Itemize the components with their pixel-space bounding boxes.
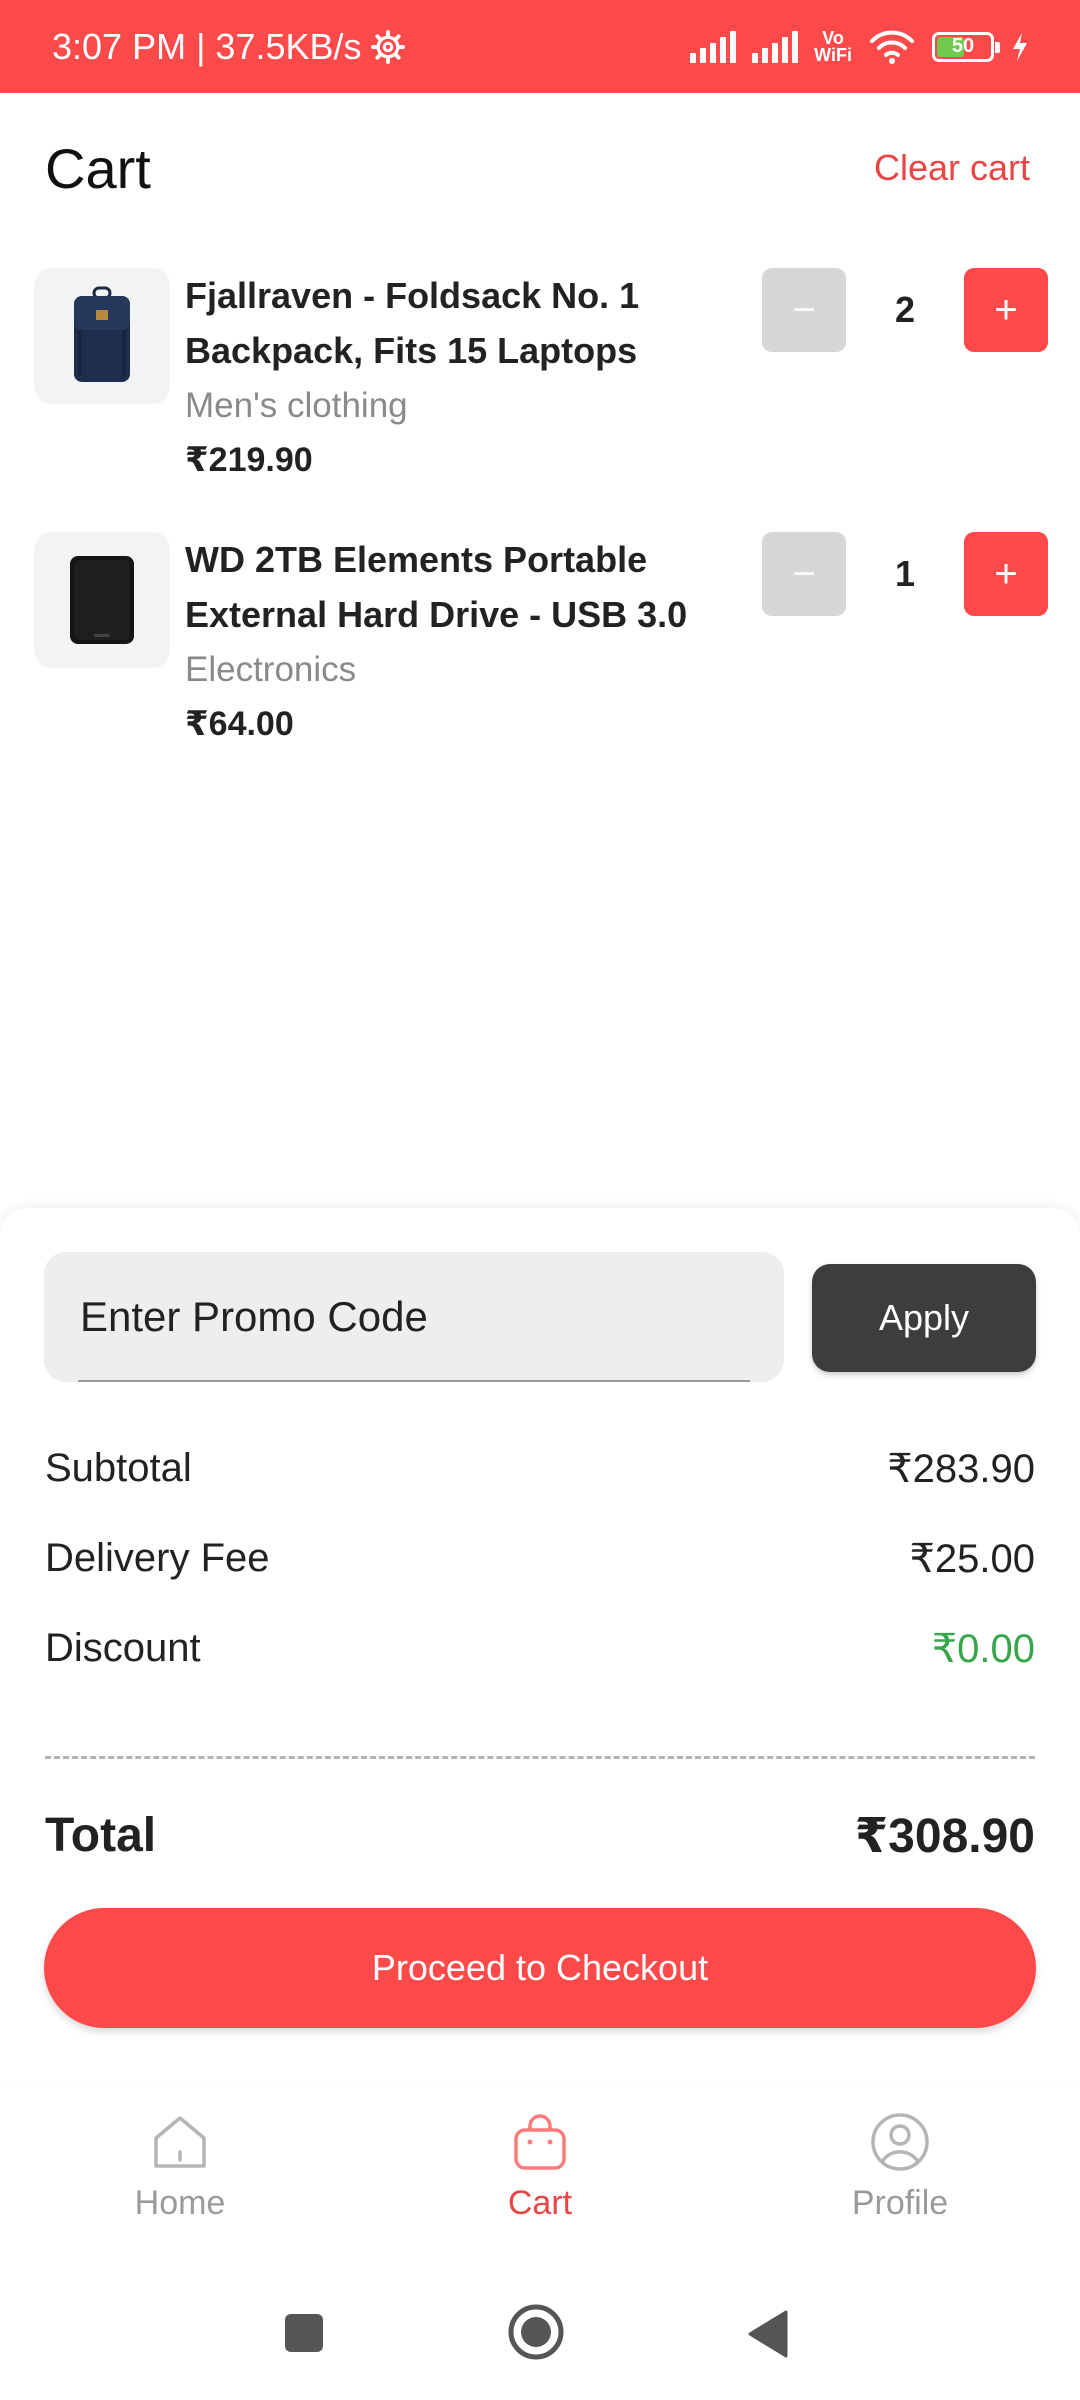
vowifi-top: Vo [822,27,844,48]
nav-item-cart[interactable]: Cart [420,2110,660,2260]
battery-level: 50 [951,35,975,57]
status-left: 3:07 PM | 37.5KB/s [52,26,406,68]
total-row: Total ₹308.90 [45,1808,1035,1864]
promo-code-input[interactable] [78,1292,750,1342]
signal-icon-2 [752,30,799,63]
quantity-value: 1 [894,553,916,594]
decrease-quantity-button[interactable]: − [762,268,846,352]
item-info: Fjallraven - Foldsack No. 1 Backpack, Fi… [185,268,745,488]
status-bar: 3:07 PM | 37.5KB/s Vo WiFi 50 [0,0,1080,93]
promo-underline [78,1380,750,1382]
item-price: ₹64.00 [185,705,294,743]
subtotal-value: ₹283.90 [887,1447,1035,1491]
vowifi-label: Vo WiFi [814,27,852,65]
delivery-fee-value: ₹25.00 [909,1537,1035,1581]
decrease-quantity-button[interactable]: − [762,532,846,616]
discount-label: Discount [45,1626,201,1670]
system-nav-bar [0,2268,1080,2400]
recents-icon[interactable] [282,2308,326,2358]
cart-item: Fjallraven - Foldsack No. 1 Backpack, Fi… [0,268,1080,508]
promo-code-field[interactable] [44,1252,784,1382]
gear-icon [370,29,405,64]
cart-item: WD 2TB Elements Portable External Hard D… [0,532,1080,772]
subtotal-row: Subtotal ₹283.90 [45,1446,1035,1492]
apply-promo-button[interactable]: Apply [812,1264,1036,1372]
increase-quantity-button[interactable]: + [964,532,1048,616]
product-image[interactable] [34,532,170,668]
shopping-bag-icon [514,2114,566,2170]
page-title: Cart [45,136,151,200]
wifi-icon [870,30,914,64]
quantity-value: 2 [894,289,916,330]
home-button-icon[interactable] [506,2302,566,2362]
header: Cart Clear cart [0,93,1080,243]
discount-value: ₹0.00 [931,1627,1035,1671]
increase-quantity-button[interactable]: + [964,268,1048,352]
total-value: ₹308.90 [854,1810,1035,1863]
delivery-fee-row: Delivery Fee ₹25.00 [45,1536,1035,1582]
backpack-icon [74,286,130,382]
delivery-fee-label: Delivery Fee [45,1536,270,1580]
home-icon [154,2116,206,2168]
discount-row: Discount ₹0.00 [45,1626,1035,1672]
clear-cart-button[interactable]: Clear cart [874,147,1030,189]
nav-label-profile: Profile [851,2184,949,2222]
status-time-speed: 3:07 PM | 37.5KB/s [52,25,362,67]
quantity-stepper: − 2 + [762,268,1048,352]
item-category: Electronics [185,650,357,689]
order-summary: Apply Subtotal ₹283.90 Delivery Fee ₹25.… [0,1208,1080,2086]
profile-icon [871,2113,929,2171]
battery-icon: 50 [932,31,1000,62]
signal-icon [690,30,737,63]
vowifi-bottom: WiFi [814,44,852,65]
total-label: Total [45,1809,157,1862]
back-icon[interactable] [746,2308,790,2360]
item-info: WD 2TB Elements Portable External Hard D… [185,532,745,752]
charging-icon [1013,32,1027,61]
item-title[interactable]: WD 2TB Elements Portable External Hard D… [185,532,745,642]
status-right: Vo WiFi 50 [690,29,1030,65]
item-title[interactable]: Fjallraven - Foldsack No. 1 Backpack, Fi… [185,268,745,378]
item-category: Men's clothing [185,386,408,425]
bottom-nav: Home Cart Profile [0,2088,1080,2268]
checkout-button[interactable]: Proceed to Checkout [44,1908,1036,2028]
nav-item-home[interactable]: Home [60,2110,300,2260]
nav-label-home: Home [134,2184,226,2222]
subtotal-label: Subtotal [45,1446,192,1490]
item-price: ₹219.90 [185,441,313,479]
quantity-stepper: − 1 + [762,532,1048,616]
nav-item-profile[interactable]: Profile [780,2110,1020,2260]
divider [45,1756,1035,1759]
product-image[interactable] [34,268,170,404]
nav-label-cart: Cart [507,2184,573,2222]
hard-drive-icon [70,556,134,644]
